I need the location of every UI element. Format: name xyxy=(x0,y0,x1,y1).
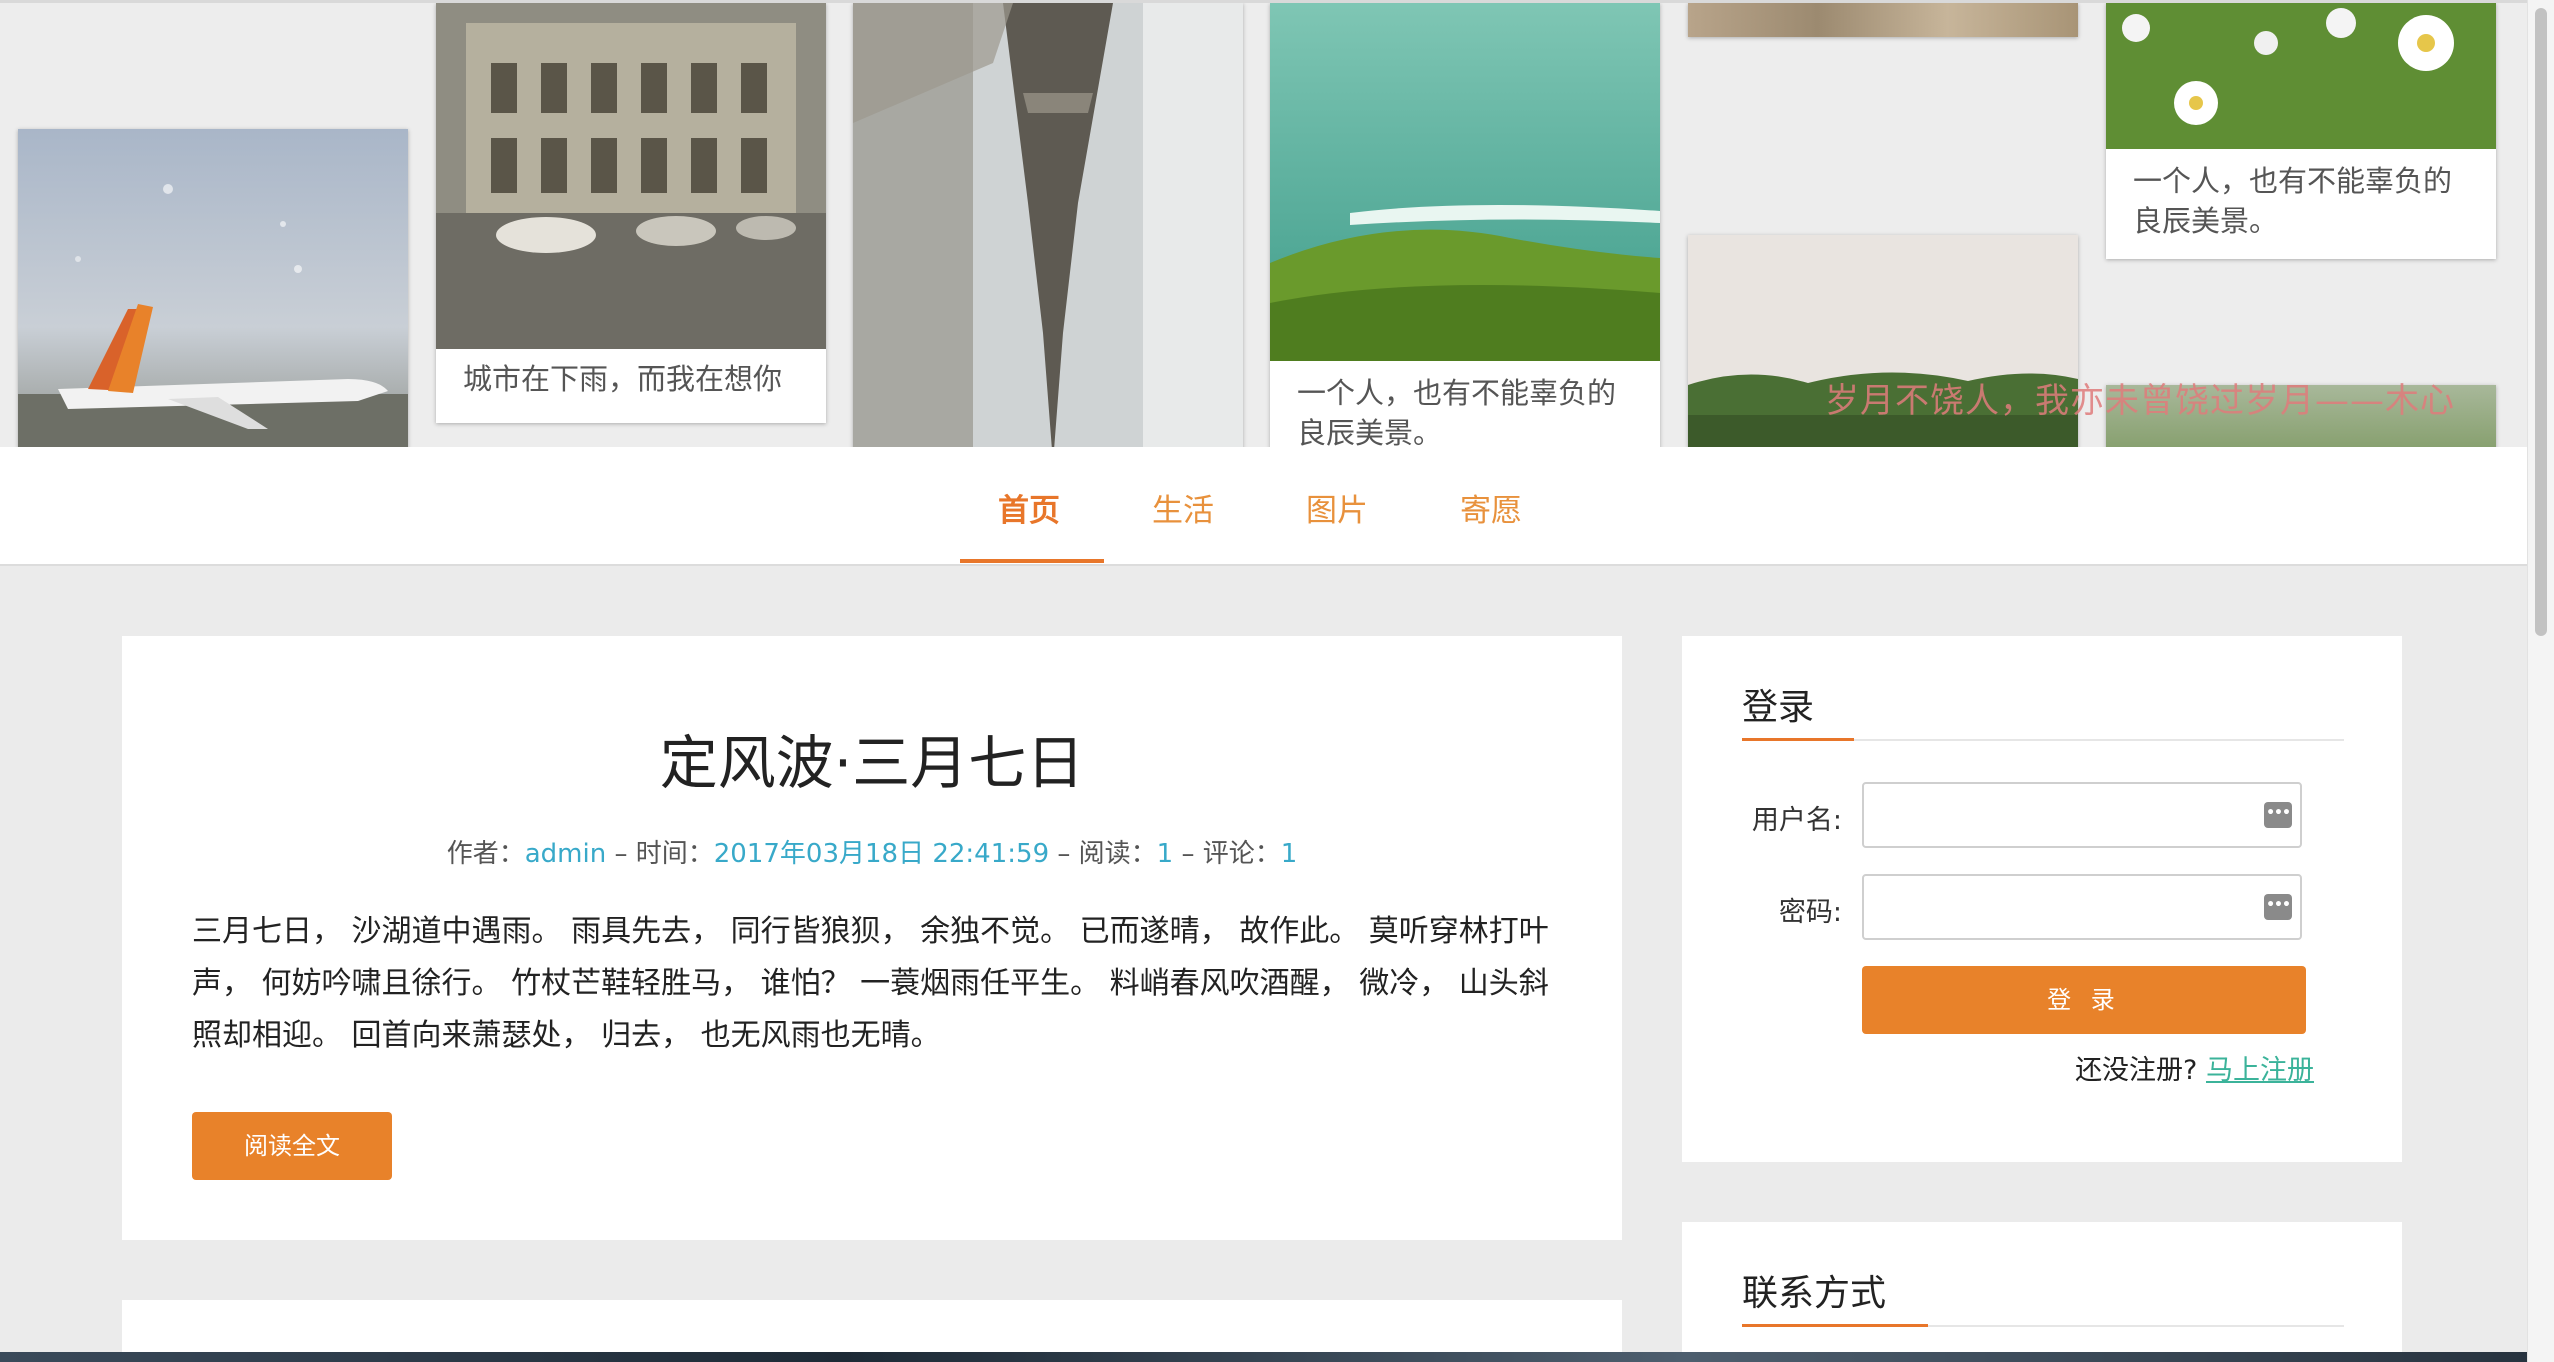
article-title[interactable]: 定风波·三月七日 xyxy=(122,716,1622,800)
contact-title: 联系方式 xyxy=(1742,1273,1887,1314)
airplane-photo xyxy=(18,129,408,447)
login-button[interactable]: 登 录 xyxy=(1862,966,2306,1034)
article-excerpt: 三月七日， 沙湖道中遇雨。 雨具先去， 同行皆狼狈， 余独不觉。 已而遂晴， 故… xyxy=(192,914,1549,1053)
photo-card-flower[interactable]: 一个人，也有不能辜负的良辰美景。 xyxy=(2106,3,2496,259)
photo-card-airplane[interactable] xyxy=(18,129,408,447)
city-rain-caption: 城市在下雨，而我在想你 xyxy=(463,362,783,396)
photo-card-sea[interactable]: 一个人，也有不能辜负的良辰美景。 xyxy=(1270,3,1660,447)
time-value: 2017年03月18日 22:41:59 xyxy=(713,839,1050,869)
nav-active-indicator xyxy=(960,559,1104,563)
author-link[interactable]: admin xyxy=(525,839,606,869)
sea-caption: 一个人，也有不能辜负的良辰美景。 xyxy=(1297,376,1617,447)
login-title: 登录 xyxy=(1742,687,1815,728)
contact-title-divider xyxy=(1742,1324,2344,1327)
register-link[interactable]: 马上注册 xyxy=(2206,1055,2314,1086)
no-account-text: 还没注册? xyxy=(2075,1055,2198,1086)
nav-item-life[interactable]: 生活 xyxy=(1152,485,1214,530)
page-scrollbar[interactable] xyxy=(2527,0,2554,1362)
contact-widget: 联系方式 xyxy=(1682,1222,2402,1362)
photo-card-tower[interactable] xyxy=(853,3,1243,447)
meta-separator: – xyxy=(1049,839,1079,869)
article-card: 定风波·三月七日 作者：admin – 时间：2017年03月18日 22:41… xyxy=(122,636,1622,1240)
flower-caption: 一个人，也有不能辜负的良辰美景。 xyxy=(2133,164,2453,238)
landscape-strip-photo xyxy=(1688,3,2078,37)
password-label: 密码: xyxy=(1778,897,1842,928)
photo-card-top-strip[interactable] xyxy=(1688,3,2078,37)
comments-label: 评论： xyxy=(1202,839,1281,869)
photo-wall-banner: 城市在下雨，而我在想你 一个人，也有不能辜负的良辰美景。 一个人，也有不能辜负的… xyxy=(0,3,2527,447)
banner-slogan: 岁月不饶人，我亦未曾饶过岁月——木心 xyxy=(1825,381,2455,421)
username-label: 用户名: xyxy=(1751,805,1842,836)
main-nav: 首页 生活 图片 寄愿 xyxy=(0,447,2527,566)
register-prompt: 还没注册? 马上注册 xyxy=(2075,1048,2314,1087)
reads-label: 阅读： xyxy=(1078,839,1157,869)
username-input[interactable] xyxy=(1862,782,2302,848)
nav-item-home[interactable]: 首页 xyxy=(998,485,1060,530)
article-meta: 作者：admin – 时间：2017年03月18日 22:41:59 – 阅读：… xyxy=(122,833,1622,870)
footer-edge xyxy=(0,1352,2527,1362)
reads-count: 1 xyxy=(1156,839,1174,869)
comments-count[interactable]: 1 xyxy=(1281,839,1298,869)
daisy-photo xyxy=(2106,3,2496,149)
scrollbar-thumb[interactable] xyxy=(2535,8,2547,636)
read-more-button[interactable]: 阅读全文 xyxy=(192,1112,392,1180)
tower-reflection-photo xyxy=(853,3,1243,447)
login-widget: 登录 用户名: ••• 密码: ••• 登 录 还没注册? 马上注册 xyxy=(1682,636,2402,1162)
password-manager-key-icon[interactable]: ••• xyxy=(2264,894,2292,920)
author-label: 作者： xyxy=(446,839,525,869)
password-input[interactable] xyxy=(1862,874,2302,940)
nav-item-wishes[interactable]: 寄愿 xyxy=(1460,485,1522,530)
login-title-divider xyxy=(1742,738,2344,741)
meta-separator: – xyxy=(1173,839,1203,869)
sea-photo xyxy=(1270,3,1660,361)
password-manager-key-icon[interactable]: ••• xyxy=(2264,802,2292,828)
photo-card-city-rain[interactable]: 城市在下雨，而我在想你 xyxy=(436,3,826,423)
nav-item-pictures[interactable]: 图片 xyxy=(1306,485,1368,530)
meta-separator: – xyxy=(606,839,636,869)
city-rain-photo xyxy=(436,3,826,349)
time-label: 时间： xyxy=(635,839,714,869)
